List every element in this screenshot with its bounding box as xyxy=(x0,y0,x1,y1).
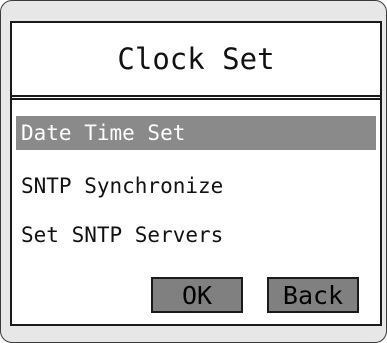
device-frame: Clock Set Date Time Set SNTP Synchronize… xyxy=(0,0,387,343)
menu-item-sntp-synchronize[interactable]: SNTP Synchronize xyxy=(16,169,376,203)
ok-button[interactable]: OK xyxy=(151,277,243,313)
menu-item-set-sntp-servers[interactable]: Set SNTP Servers xyxy=(16,218,376,252)
lcd-screen: Clock Set Date Time Set SNTP Synchronize… xyxy=(10,21,382,326)
screen-title: Clock Set xyxy=(117,42,275,76)
back-button[interactable]: Back xyxy=(267,277,359,313)
title-divider xyxy=(12,95,380,100)
menu-item-date-time-set[interactable]: Date Time Set xyxy=(16,116,376,150)
